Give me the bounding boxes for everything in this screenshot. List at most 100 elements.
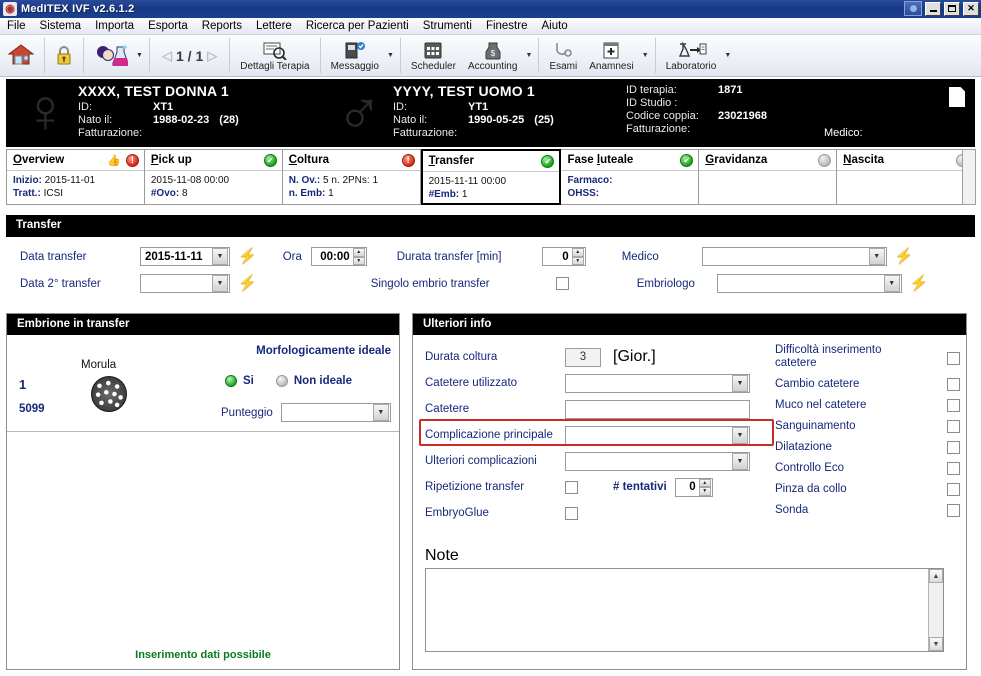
message-icon	[344, 40, 366, 60]
chevron-down-icon[interactable]: ▼	[372, 404, 389, 421]
messaggio-button[interactable]: Messaggio	[325, 35, 385, 76]
patients-dropdown-caret[interactable]: ▼	[134, 35, 145, 76]
lock-button[interactable]	[49, 35, 79, 76]
tab-fase-luteale[interactable]: Fase luteale Farmaco: OHSS:	[561, 149, 700, 205]
checkbox-row[interactable]: Difficoltà inserimento catetere	[775, 344, 960, 370]
checkbox-muco-nel-catetere[interactable]	[947, 399, 960, 412]
embriologo-label: Embriologo	[636, 277, 695, 290]
tab-nascita[interactable]: Nascita	[837, 149, 976, 205]
close-button[interactable]: ✕	[963, 1, 979, 16]
checkbox-row[interactable]: Muco nel catetere	[775, 399, 960, 412]
tab-transfer[interactable]: Transfer 2015-11-11 00:00 #Emb: 1	[420, 149, 562, 205]
checkbox-row[interactable]: Pinza da collo	[775, 483, 960, 496]
status-badge-green	[263, 153, 277, 167]
ulteriori-info-title: Ulteriori info	[413, 314, 966, 335]
embriologo-combo[interactable]: ▼	[716, 274, 902, 293]
status-badge-red	[125, 153, 139, 167]
embryoglue-checkbox[interactable]	[565, 506, 578, 520]
menu-aiuto[interactable]: Aiuto	[534, 19, 574, 33]
medico-combo[interactable]: ▼	[701, 247, 887, 266]
minimize-button[interactable]	[925, 1, 941, 16]
data-2-transfer-shortcut-icon[interactable]: ⚡	[238, 276, 257, 291]
dettagli-terapia-button[interactable]: Dettagli Terapia	[234, 35, 315, 76]
tab-pickup-line1-val: 2015-11-08 00:00	[150, 175, 230, 186]
chevron-down-icon[interactable]: ▼	[868, 248, 885, 265]
menu-file[interactable]: File	[0, 19, 33, 33]
menu-reports[interactable]: Reports	[195, 19, 249, 33]
accounting-button[interactable]: $ Accounting	[462, 35, 523, 76]
scroll-down-icon[interactable]: ▼	[929, 637, 943, 651]
ulteriori-complicazioni-combo[interactable]: ▼	[565, 451, 750, 471]
checkbox-dilatazione[interactable]	[947, 441, 960, 454]
menu-finestre[interactable]: Finestre	[479, 19, 535, 33]
tentativi-spinner[interactable]: 0 ▲ ▼	[674, 477, 713, 497]
catetere-input[interactable]	[565, 399, 750, 419]
maximize-button[interactable]	[944, 1, 960, 16]
checkbox-row[interactable]: Controllo Eco	[775, 462, 960, 475]
laboratorio-button[interactable]: Laboratorio	[660, 35, 723, 76]
chevron-down-icon[interactable]: ▼	[732, 374, 748, 392]
tab-nascita-label: Nascita	[843, 154, 885, 166]
accounting-dropdown-caret[interactable]: ▼	[523, 35, 534, 76]
morfologia-si-radio[interactable]	[225, 375, 237, 387]
checkbox-sanguinamento[interactable]	[947, 420, 960, 433]
durata-transfer-spinner[interactable]: 0 ▲ ▼	[541, 247, 586, 266]
tab-overview-line2-key: Tratt.:	[13, 188, 41, 199]
durata-spinner-arrows[interactable]: ▲ ▼	[571, 248, 584, 265]
tabs-scrollbar[interactable]	[962, 149, 976, 205]
tab-coltura[interactable]: Coltura N. Ov.: 5 n. 2PNs: 1 n. Emb: 1	[282, 149, 421, 205]
menu-sistema[interactable]: Sistema	[33, 19, 89, 33]
therapy-step-tabs: Overview 👍 Inizio: 2015-11-01 Tratt.: IC…	[6, 149, 976, 205]
menu-importa[interactable]: Importa	[88, 19, 141, 33]
pager-prev-icon[interactable]: ◁	[162, 48, 172, 64]
menu-esporta[interactable]: Esporta	[141, 19, 195, 33]
chevron-down-icon[interactable]: ▼	[212, 248, 228, 265]
menu-strumenti[interactable]: Strumenti	[416, 19, 479, 33]
ora-spinner[interactable]: 00:00 ▲ ▼	[310, 247, 367, 266]
male-age: (25)	[534, 114, 554, 126]
ripetizione-transfer-checkbox[interactable]	[565, 480, 578, 494]
checkbox-controllo-eco[interactable]	[947, 462, 960, 475]
document-icon[interactable]	[949, 87, 965, 107]
data-transfer-shortcut-icon[interactable]: ⚡	[238, 249, 257, 264]
embriologo-shortcut-icon[interactable]: ⚡	[910, 276, 929, 291]
messaggio-dropdown-caret[interactable]: ▼	[385, 35, 396, 76]
data-2-transfer-combo[interactable]: ▼	[140, 274, 230, 293]
checkbox-row[interactable]: Sanguinamento	[775, 420, 960, 433]
tab-gravidanza[interactable]: Gravidanza	[699, 149, 838, 205]
tab-pickup[interactable]: Pick up 2015-11-08 00:00 #Ovo: 8	[144, 149, 283, 205]
home-button[interactable]	[2, 35, 40, 76]
menu-lettere[interactable]: Lettere	[249, 19, 299, 33]
scroll-up-icon[interactable]: ▲	[929, 569, 943, 583]
anamnesi-button[interactable]: Anamnesi	[583, 35, 639, 76]
ora-spinner-arrows[interactable]: ▲ ▼	[352, 248, 365, 265]
note-textarea[interactable]: ▲ ▼	[425, 568, 944, 652]
morfologia-non-ideale-radio[interactable]	[275, 375, 288, 387]
patients-button[interactable]	[88, 35, 134, 76]
menu-ricerca-per-pazienti[interactable]: Ricerca per Pazienti	[299, 19, 416, 33]
checkbox-sonda[interactable]	[947, 504, 960, 517]
checkbox-row[interactable]: Dilatazione	[775, 441, 960, 454]
tab-overview[interactable]: Overview 👍 Inizio: 2015-11-01 Tratt.: IC…	[6, 149, 145, 205]
screenshot-icon[interactable]	[904, 1, 922, 16]
checkbox-row[interactable]: Sonda	[775, 504, 960, 517]
scheduler-button[interactable]: Scheduler	[405, 35, 462, 76]
chevron-down-icon[interactable]: ▼	[212, 275, 228, 292]
esami-button[interactable]: Esami	[543, 35, 583, 76]
singolo-embrio-checkbox[interactable]	[555, 277, 569, 290]
chevron-down-icon[interactable]: ▼	[883, 275, 900, 292]
punteggio-combo[interactable]: ▼	[280, 403, 391, 422]
checkbox-row[interactable]: Cambio catetere	[775, 378, 960, 391]
chevron-down-icon[interactable]: ▼	[732, 452, 748, 470]
catetere-utilizzato-combo[interactable]: ▼	[565, 373, 750, 393]
note-scrollbar[interactable]: ▲ ▼	[928, 569, 943, 651]
laboratorio-dropdown-caret[interactable]: ▼	[722, 35, 733, 76]
checkbox-cambio-catetere[interactable]	[947, 378, 960, 391]
medico-shortcut-icon[interactable]: ⚡	[895, 249, 914, 264]
anamnesi-dropdown-caret[interactable]: ▼	[640, 35, 651, 76]
checkbox-pinza-da-collo[interactable]	[947, 483, 960, 496]
checkbox-difficolta-inserimento-catetere[interactable]	[947, 352, 960, 365]
pager-next-icon[interactable]: ▷	[207, 48, 217, 64]
data-transfer-combo[interactable]: 2015-11-11 ▼	[140, 247, 230, 266]
tentativi-spinner-arrows[interactable]: ▲ ▼	[698, 478, 711, 496]
